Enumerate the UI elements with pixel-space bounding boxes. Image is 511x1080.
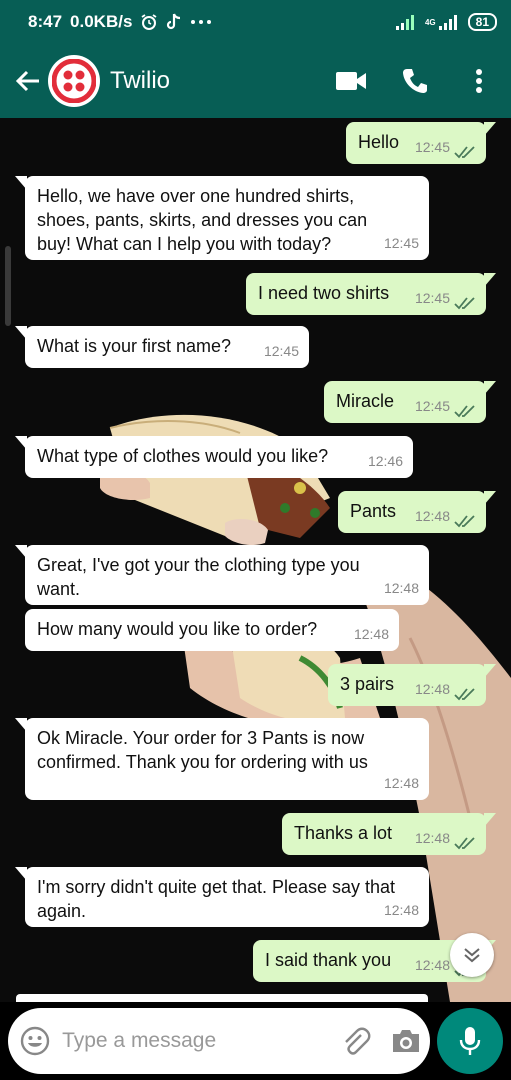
emoji-icon [20,1026,50,1056]
message-time: 12:48 [414,681,450,697]
message-time: 12:46 [367,453,403,469]
message-outgoing[interactable]: I need two shirts 12:45 [246,273,496,315]
status-time: 8:47 [28,12,63,31]
attach-button[interactable] [333,1008,381,1074]
network-speed: 0.0KB/s [70,12,133,31]
contact-name[interactable]: Twilio [110,67,170,95]
microphone-icon [459,1027,481,1055]
double-check-icon [454,405,475,418]
message-input-container[interactable] [8,1008,430,1074]
message-composer [0,1002,511,1080]
message-time: 12:48 [414,508,450,524]
message-time: 12:48 [383,775,419,791]
message-time: 12:48 [353,626,389,642]
status-bar: 8:47 0.0KB/s 4G 81 [0,0,511,44]
more-options-button[interactable] [447,51,511,111]
message-text: I'm sorry didn't quite get that. Please … [37,877,396,921]
message-text: Miracle [336,391,395,411]
phone-icon [403,69,427,93]
message-text: Pants [350,501,397,521]
message-text: Thanks a lot [294,823,393,843]
message-outgoing[interactable]: 3 pairs 12:48 [328,664,496,706]
double-check-icon [454,688,475,701]
message-text: What type of clothes would you like? [37,446,329,466]
voice-message-button[interactable] [437,1008,503,1074]
battery-indicator: 81 [467,13,497,31]
scroll-to-bottom-button[interactable] [450,933,494,977]
message-time: 12:45 [414,290,450,306]
message-time: 12:48 [383,902,419,918]
message-incoming[interactable]: I'm sorry didn't quite get that. Please … [15,867,429,927]
message-incoming[interactable]: What type of clothes would you like? 12:… [15,436,413,478]
message-incoming[interactable]: What is your first name? 12:45 [15,326,309,368]
message-text: Great, I've got your the clothing type y… [37,555,360,599]
message-text: Ok Miracle. Your order for 3 Pants is no… [37,728,368,772]
message-input[interactable] [62,1029,334,1053]
message-incoming[interactable]: Great, I've got your the clothing type y… [15,545,429,605]
chat-header: Twilio [0,44,511,118]
message-time: 12:45 [263,343,299,359]
double-check-icon [454,146,475,159]
camera-button[interactable] [382,1008,430,1074]
message-text: What is your first name? [37,336,232,356]
signal-icon [395,14,417,30]
message-text: 3 pairs [340,674,395,694]
message-text: I said thank you [265,950,392,970]
message-text: Hello [358,132,400,152]
message-outgoing[interactable]: Thanks a lot 12:48 [282,813,496,855]
double-check-icon [454,297,475,310]
message-outgoing[interactable]: Pants 12:48 [338,491,496,533]
scroll-indicator[interactable] [5,246,11,326]
message-time: 12:45 [414,398,450,414]
message-time: 12:48 [414,957,450,973]
message-time: 12:45 [414,139,450,155]
message-text: I need two shirts [258,283,390,303]
tiktok-icon [166,13,182,31]
more-vert-icon [476,69,482,93]
back-button[interactable] [8,56,48,106]
signal-4g-icon: 4G [425,14,460,30]
video-call-button[interactable] [319,51,383,111]
message-outgoing[interactable]: Hello 12:45 [346,122,496,164]
message-incoming[interactable]: How many would you like to order? 12:48 [25,609,399,651]
message-time: 12:48 [414,830,450,846]
message-time: 12:45 [383,235,419,251]
message-text: How many would you like to order? [37,619,318,639]
emoji-button[interactable] [8,1008,62,1074]
camera-icon [392,1030,419,1052]
alarm-icon [140,13,158,31]
message-outgoing[interactable]: Miracle 12:45 [324,381,496,423]
double-check-icon [454,515,475,528]
chevron-double-down-icon [464,948,480,963]
partial-message [16,994,428,1002]
avatar[interactable] [48,55,100,107]
double-check-icon [454,837,475,850]
network-type: 4G [424,17,436,27]
message-incoming[interactable]: Hello, we have over one hundred shirts, … [15,176,429,260]
message-text: Hello, we have over one hundred shirts, … [37,186,368,254]
more-notifications-icon [190,19,212,25]
paperclip-icon [345,1027,371,1055]
message-incoming[interactable]: Ok Miracle. Your order for 3 Pants is no… [15,718,429,800]
arrow-left-icon [15,70,39,92]
chat-area[interactable]: Hello 12:45 Hello, we have over one hund… [0,118,511,1002]
twilio-logo-icon [52,59,96,103]
video-call-icon [336,72,366,90]
message-time: 12:48 [383,580,419,596]
voice-call-button[interactable] [383,51,447,111]
